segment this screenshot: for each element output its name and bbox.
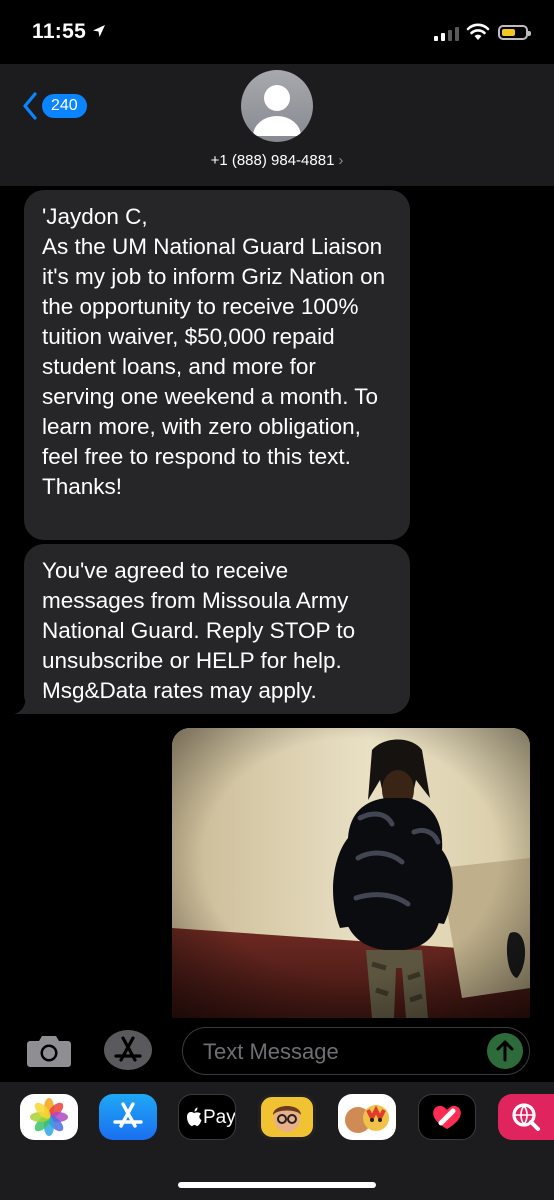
chevron-right-icon: › [338,152,344,169]
contact-avatar[interactable] [241,70,313,142]
app-store-icon [114,1036,142,1062]
web-search-icon [512,1103,540,1131]
contact-name[interactable]: +1 (888) 984-4881 › [0,152,554,169]
photo-image [172,728,530,1018]
message-bubble-received[interactable]: 'Jaydon C, As the UM National Guard Liai… [24,190,410,540]
text-message-field[interactable] [182,1027,530,1075]
chevron-left-icon [23,92,37,120]
message-bubble-received[interactable]: You've agreed to receive messages from M… [24,544,410,714]
animoji-app-button[interactable] [338,1094,396,1140]
web-search-app-button[interactable] [498,1094,554,1140]
memoji-app-button[interactable] [258,1094,316,1140]
digital-touch-app-button[interactable] [418,1094,476,1140]
app-store-icon [113,1102,143,1128]
home-indicator[interactable] [178,1182,376,1188]
animoji-icon [345,1105,389,1133]
camera-icon[interactable] [26,1032,72,1068]
status-bar: 11:55 [0,0,554,64]
wifi-icon [466,23,490,40]
photos-icon [30,1098,68,1136]
text-message-input[interactable] [201,1037,475,1067]
app-store-app-button[interactable] [99,1094,157,1140]
message-input-bar [0,1018,554,1082]
imessage-app-tray: Pay [0,1082,554,1200]
contact-number: +1 (888) 984-4881 [210,152,335,169]
status-time: 11:55 [32,20,87,43]
person-icon [253,85,301,136]
apple-pay-icon [187,1107,202,1126]
digital-touch-icon [433,1105,461,1129]
arrow-up-icon [496,1040,514,1062]
apple-pay-label: Pay [203,1107,236,1128]
send-button[interactable] [487,1033,523,1069]
photos-app-button[interactable] [20,1094,78,1140]
app-store-button[interactable] [104,1030,152,1070]
bubble-tail [14,694,44,714]
conversation-header: 240 +1 (888) 984-4881 › [0,64,554,186]
message-photo-attachment[interactable] [172,728,530,1018]
location-arrow-icon [93,25,105,37]
battery-icon [498,25,531,40]
cellular-signal-icon [434,27,459,41]
memoji-icon [273,1106,301,1132]
back-button[interactable]: 240 [22,92,87,120]
unread-count-badge: 240 [42,94,87,118]
apple-pay-app-button[interactable]: Pay [178,1094,236,1140]
